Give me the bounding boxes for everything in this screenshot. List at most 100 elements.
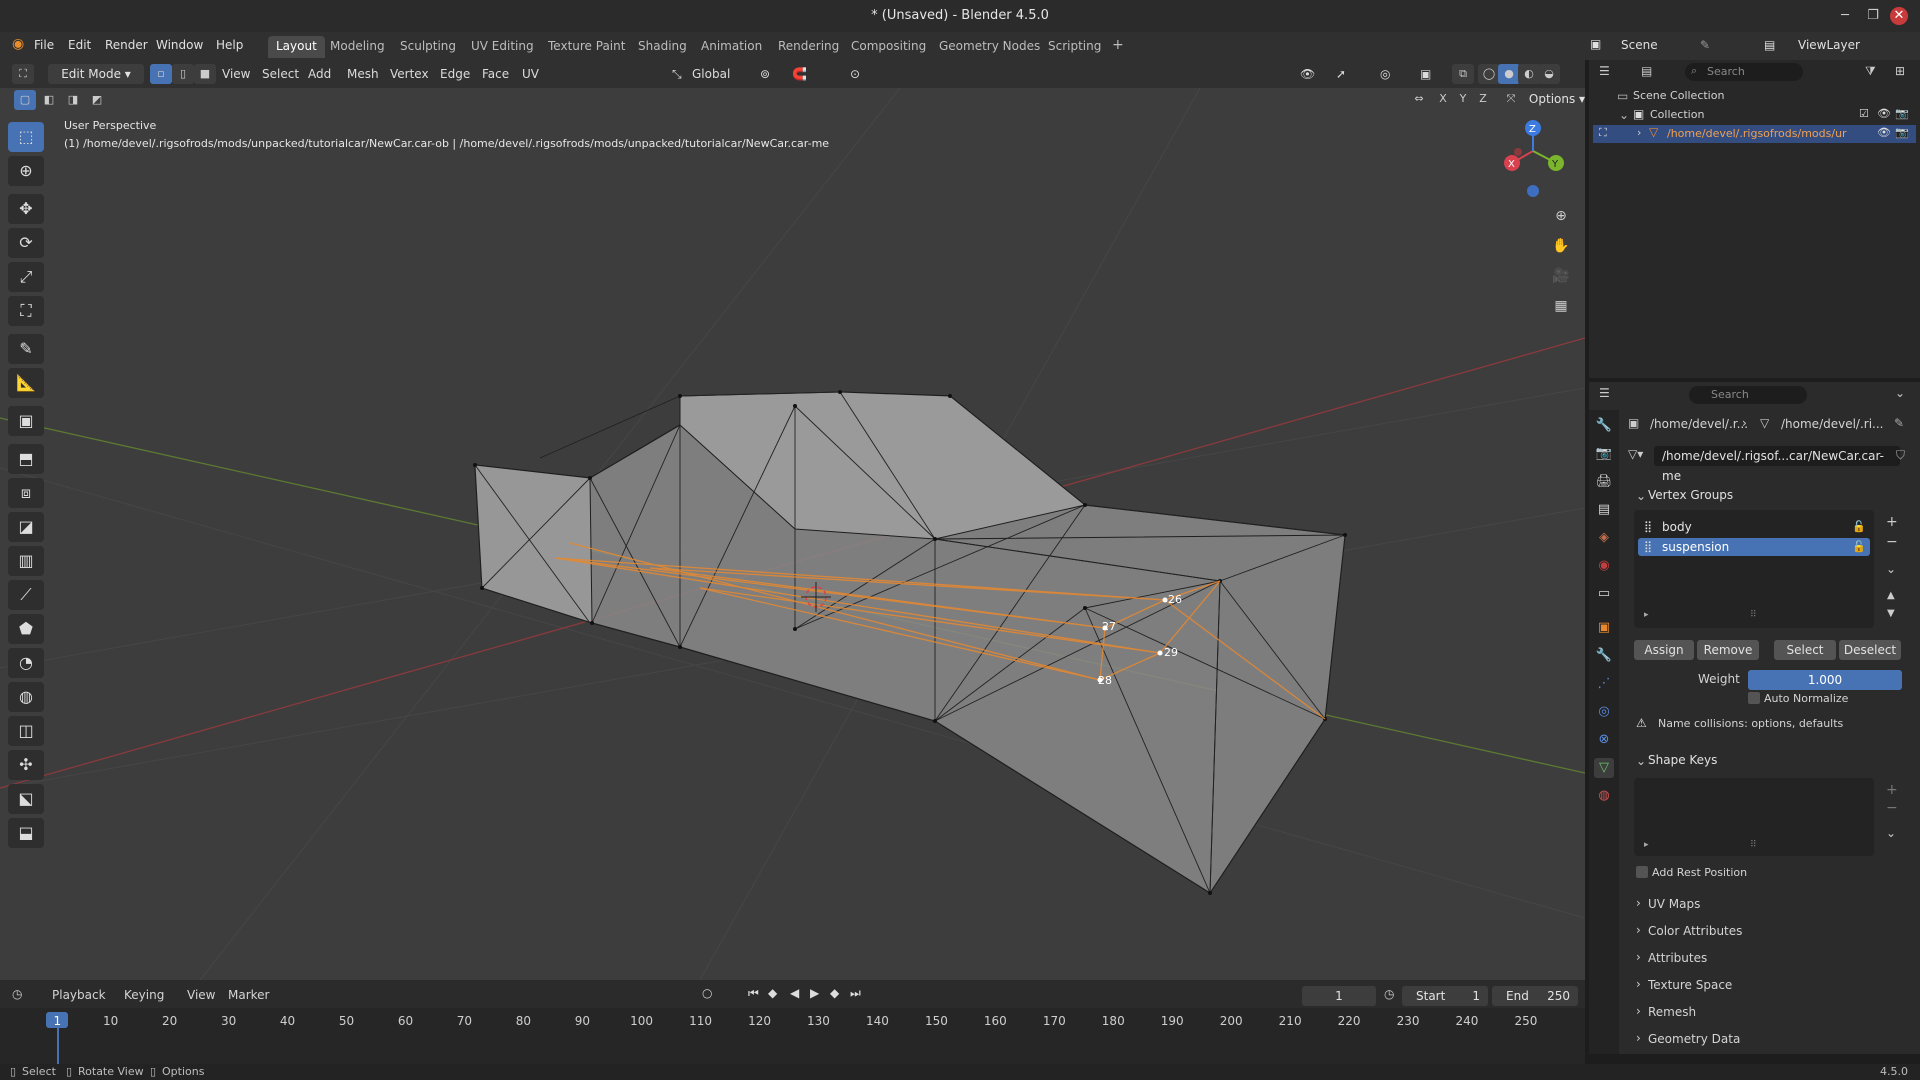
inset-icon[interactable]: ⧈ (8, 478, 44, 508)
blender-logo-icon[interactable]: ◉ (12, 36, 24, 52)
mesh-browse-icon[interactable]: ▽▾ (1628, 447, 1652, 467)
vertex-group-list[interactable]: body suspension ⣿ ⣿ 🔓 🔓 ▸ ⠿ (1634, 510, 1874, 628)
remesh-section[interactable]: Remesh (1648, 1005, 1696, 1019)
material-icon[interactable]: ◍ (1594, 786, 1614, 806)
move-down-icon[interactable]: ▼ (1887, 608, 1895, 619)
object-icon[interactable]: ▣ (1594, 618, 1614, 638)
scene-icon[interactable]: ▣ (1590, 37, 1601, 51)
chevron-right-icon[interactable]: › (1636, 923, 1641, 937)
pan-hand-icon[interactable]: ✋ (1550, 236, 1572, 256)
menu-render[interactable]: Render (105, 38, 148, 52)
shape-keys-list[interactable]: ▸ ⠿ (1634, 778, 1874, 856)
add-rest-position-checkbox[interactable] (1636, 866, 1648, 878)
tab-sculpting[interactable]: Sculpting (392, 36, 464, 58)
move-icon[interactable]: ✥ (8, 194, 44, 224)
edit-mode-icon[interactable]: ⛶ (1599, 126, 1607, 140)
tab-scripting[interactable]: Scripting (1040, 36, 1109, 58)
material-shading-icon[interactable]: ◐ (1518, 64, 1540, 84)
select-button[interactable]: Select (1774, 640, 1836, 660)
auto-normalize-checkbox[interactable] (1748, 692, 1760, 704)
breadcrumb-object[interactable]: /home/devel/.r... (1650, 417, 1748, 431)
view-layer-icon[interactable]: ▤ (1764, 38, 1775, 52)
snap-icon[interactable]: 🧲 (792, 67, 807, 81)
view-layer-name[interactable]: ViewLayer (1798, 38, 1860, 52)
camera-icon[interactable]: 🎥 (1550, 266, 1572, 286)
edge-slide-icon[interactable]: ◫ (8, 716, 44, 746)
properties-editor-icon[interactable]: ☰ (1599, 386, 1610, 400)
breadcrumb-mesh[interactable]: /home/devel/.ri... (1781, 417, 1884, 431)
modifier-icon[interactable]: 🔧 (1594, 646, 1614, 666)
resize-handle-icon[interactable]: ⠿ (1750, 610, 1757, 620)
mesh-name-field[interactable]: /home/devel/.rigsof...car/NewCar.car-me (1654, 446, 1900, 483)
cursor-icon[interactable]: ⊕ (8, 156, 44, 186)
view-layer-icon[interactable]: ▤ (1594, 500, 1614, 520)
menu-mesh[interactable]: Mesh (347, 67, 379, 81)
tab-geometry-nodes[interactable]: Geometry Nodes (931, 36, 1048, 58)
outliner-object-label[interactable]: /home/devel/.rigsofrods/mods/ur (1667, 127, 1847, 140)
remove-vertex-group-icon[interactable]: − (1886, 534, 1898, 550)
shape-keys-title[interactable]: Shape Keys (1648, 753, 1717, 767)
scale-icon[interactable]: ⤢ (8, 262, 44, 292)
weight-slider[interactable]: 1.000 (1748, 670, 1902, 690)
output-icon[interactable]: 🖨 (1594, 472, 1614, 492)
smooth-icon[interactable]: ◍ (8, 682, 44, 712)
tab-compositing[interactable]: Compositing (843, 36, 934, 58)
lock-icon[interactable]: 🔓 (1852, 540, 1866, 553)
outliner-search-input[interactable]: Search (1685, 63, 1803, 81)
remove-button[interactable]: Remove (1697, 640, 1759, 660)
chevron-down-icon[interactable]: ⌄ (1636, 489, 1646, 503)
shrink-fatten-icon[interactable]: ✣ (8, 750, 44, 780)
chevron-right-icon[interactable]: › (1636, 1004, 1641, 1018)
resize-handle-icon[interactable]: ⠿ (1750, 840, 1757, 850)
menu-select[interactable]: Select (262, 67, 299, 81)
particles-icon[interactable]: ⋰ (1594, 674, 1614, 694)
poly-build-icon[interactable]: ⬟ (8, 614, 44, 644)
geometry-data-section[interactable]: Geometry Data (1648, 1032, 1740, 1046)
close-icon[interactable]: ✕ (1890, 7, 1908, 25)
camera-icon[interactable]: 📷 (1895, 126, 1909, 139)
tab-uv-editing[interactable]: UV Editing (463, 36, 542, 58)
edge-select-icon[interactable]: ▯ (172, 64, 194, 84)
new-collection-icon[interactable]: ⊞ (1895, 64, 1905, 78)
expand-arrow-icon[interactable]: ▸ (1644, 840, 1649, 850)
fake-user-icon[interactable]: ⛉ (1896, 448, 1905, 463)
visibility-icon[interactable]: 👁 (1300, 67, 1315, 81)
scene-icon[interactable]: ◈ (1594, 528, 1614, 548)
chevron-right-icon[interactable]: › (1636, 896, 1641, 910)
remove-shape-key-icon[interactable]: − (1886, 800, 1898, 816)
specials-menu-icon[interactable]: ⌄ (1886, 562, 1896, 576)
mesh-data-icon[interactable]: ▽ (1594, 758, 1614, 778)
deselect-button[interactable]: Deselect (1839, 640, 1901, 660)
eye-icon[interactable]: 👁 (1877, 126, 1891, 139)
collection-label[interactable]: Collection (1650, 108, 1704, 121)
chevron-down-icon[interactable]: ⌄ (1619, 108, 1629, 122)
rendered-shading-icon[interactable]: ◒ (1538, 64, 1560, 84)
rip-icon[interactable]: ⬓ (8, 818, 44, 848)
zoom-icon[interactable]: ⊕ (1550, 206, 1572, 226)
camera-icon[interactable]: 📷 (1895, 107, 1909, 120)
lock-icon[interactable]: 🔓 (1852, 520, 1866, 533)
properties-search-input[interactable]: Search (1689, 386, 1807, 404)
chevron-right-icon[interactable]: › (1636, 950, 1641, 964)
restore-icon[interactable]: ❐ (1862, 6, 1884, 26)
render-icon[interactable]: 📷 (1594, 444, 1614, 464)
rotate-icon[interactable]: ⟳ (8, 228, 44, 258)
menu-uv[interactable]: UV (522, 67, 539, 81)
face-select-icon[interactable]: ■ (194, 64, 216, 84)
select-box-icon[interactable]: ⬚ (8, 122, 44, 152)
annotate-icon[interactable]: ✎ (8, 334, 44, 364)
collection-icon[interactable]: ▭ (1594, 584, 1614, 604)
mode-dropdown[interactable]: Edit Mode ▾ (48, 64, 144, 84)
transform-icon[interactable]: ⛶ (8, 296, 44, 326)
scene-name[interactable]: Scene (1621, 38, 1658, 52)
orientation-dropdown[interactable]: Global (692, 67, 730, 81)
assign-button[interactable]: Assign (1634, 640, 1694, 660)
xray-icon[interactable]: ▣ (1420, 67, 1431, 81)
menu-window[interactable]: Window (156, 38, 203, 52)
grid-icon[interactable]: ▦ (1550, 296, 1572, 316)
tab-animation[interactable]: Animation (693, 36, 770, 58)
chevron-down-icon[interactable]: ⌄ (1636, 754, 1646, 768)
bevel-icon[interactable]: ◪ (8, 512, 44, 542)
menu-file[interactable]: File (34, 38, 54, 52)
texture-space-section[interactable]: Texture Space (1648, 978, 1732, 992)
